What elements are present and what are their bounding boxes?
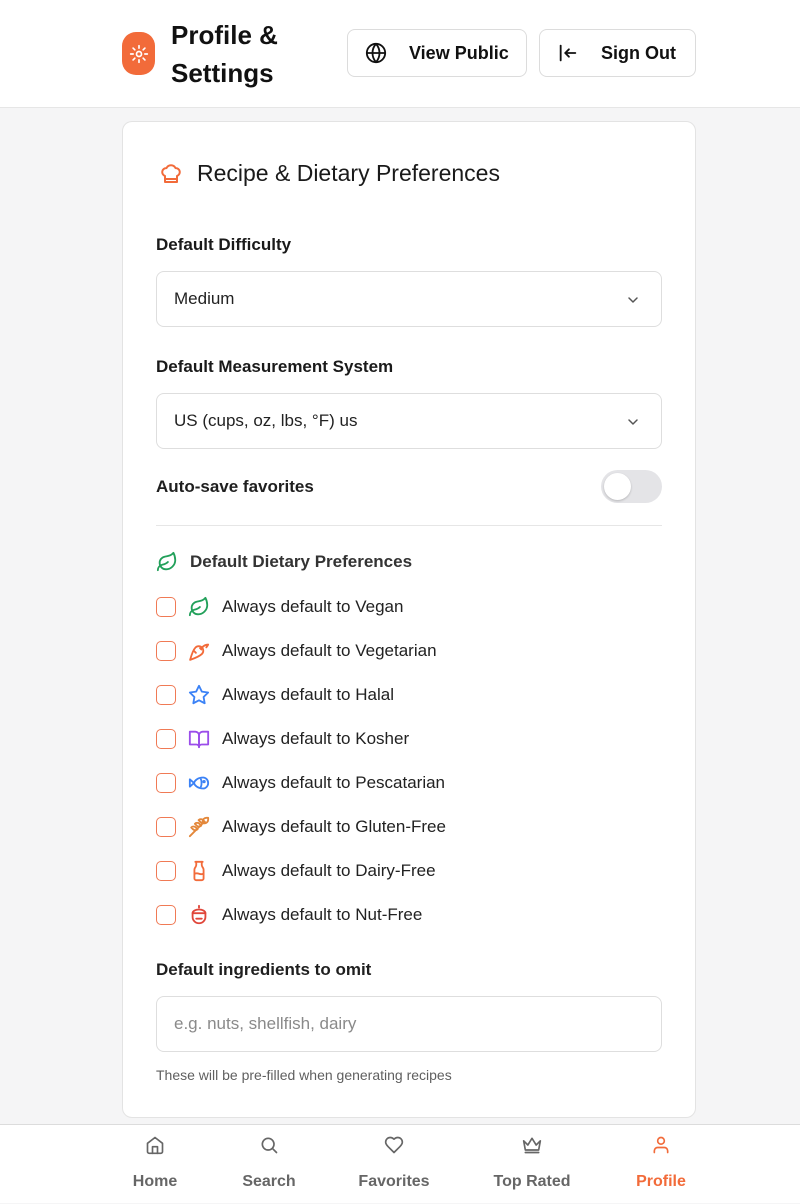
globe-icon — [365, 42, 387, 64]
dietary-item-label: Always default to Halal — [222, 685, 394, 704]
omit-label: Default ingredients to omit — [156, 960, 372, 979]
dietary-item-kosher[interactable]: Always default to Kosher — [156, 728, 409, 750]
difficulty-label: Default Difficulty — [156, 235, 292, 254]
dietary-item-dairy-free[interactable]: Always default to Dairy-Free — [156, 860, 436, 882]
wheat-icon — [188, 816, 210, 838]
dietary-item-label: Always default to Gluten-Free — [222, 817, 446, 836]
nut-icon — [191, 904, 207, 925]
nav-favorites[interactable]: Favorites — [354, 1125, 434, 1204]
dietary-item-nut-free[interactable]: Always default to Nut-Free — [156, 904, 422, 926]
dietary-item-label: Always default to Vegan — [222, 597, 404, 616]
sign-out-label: Sign Out — [601, 42, 676, 63]
dietary-item-label: Always default to Dairy-Free — [222, 861, 436, 880]
dietary-item-vegan[interactable]: Always default to Vegan — [156, 596, 403, 618]
view-public-label: View Public — [409, 42, 509, 63]
dietary-item-vegetarian[interactable]: Always default to Vegetarian — [156, 640, 437, 662]
nav-home-label: Home — [132, 1173, 178, 1190]
chevron-down-icon — [628, 297, 638, 303]
divider — [156, 525, 662, 526]
nav-profile-label: Profile — [636, 1173, 686, 1190]
measurement-value: US (cups, oz, lbs, °F) us — [174, 411, 358, 430]
card-title-text: Recipe & Dietary Preferences — [197, 160, 500, 186]
nav-profile[interactable]: Profile — [630, 1125, 692, 1204]
star-icon — [188, 684, 210, 705]
autosave-toggle[interactable] — [601, 470, 662, 503]
difficulty-select[interactable]: Medium — [156, 271, 662, 327]
chef-hat-icon — [161, 163, 181, 183]
leaf-icon — [156, 551, 177, 572]
view-public-button[interactable]: View Public — [347, 29, 527, 77]
carrot-icon — [189, 643, 210, 661]
page-title: Profile & Settings — [171, 20, 278, 88]
sign-out-icon — [559, 44, 577, 62]
preferences-card: Recipe & Dietary Preferences Default Dif… — [122, 121, 696, 1118]
omit-hint: These will be pre-filled when generating… — [156, 1067, 452, 1083]
bottom-nav: Home Search Favorites Top Rated Profile — [0, 1124, 800, 1203]
nut-free-checkbox[interactable] — [156, 905, 176, 925]
home-icon — [146, 1136, 164, 1155]
dietary-item-label: Always default to Nut-Free — [222, 905, 423, 924]
gluten-free-checkbox[interactable] — [156, 817, 176, 837]
chevron-down-icon — [628, 419, 638, 425]
toggle-knob — [604, 473, 631, 500]
search-icon — [261, 1137, 278, 1154]
vegan-checkbox[interactable] — [156, 597, 176, 617]
dietary-item-gluten-free[interactable]: Always default to Gluten-Free — [156, 816, 446, 838]
dietary-heading: Default Dietary Preferences — [156, 551, 412, 573]
milk-icon — [193, 860, 205, 882]
heart-icon — [384, 1136, 404, 1154]
book-icon — [188, 730, 210, 749]
nav-top-rated[interactable]: Top Rated — [486, 1125, 578, 1204]
measurement-label: Default Measurement System — [156, 357, 394, 376]
dietary-item-pescatarian[interactable]: Always default to Pescatarian — [156, 772, 445, 794]
fish-icon — [188, 776, 210, 790]
dietary-item-label: Always default to Vegetarian — [222, 641, 437, 660]
dietary-item-label: Always default to Kosher — [222, 729, 410, 748]
user-icon — [653, 1136, 669, 1154]
crown-icon — [522, 1137, 542, 1154]
measurement-select[interactable]: US (cups, oz, lbs, °F) us — [156, 393, 662, 449]
nav-search-label: Search — [242, 1173, 296, 1190]
pescatarian-checkbox[interactable] — [156, 773, 176, 793]
nav-favorites-label: Favorites — [358, 1173, 430, 1190]
nav-top-rated-label: Top Rated — [493, 1173, 571, 1190]
sign-out-button[interactable]: Sign Out — [539, 29, 696, 77]
nav-home[interactable]: Home — [126, 1125, 184, 1204]
dietary-item-halal[interactable]: Always default to Halal — [156, 684, 394, 706]
omit-ingredients-input[interactable] — [156, 996, 662, 1052]
nav-search[interactable]: Search — [234, 1125, 304, 1204]
difficulty-value: Medium — [174, 289, 235, 308]
card-title: Recipe & Dietary Preferences — [159, 160, 500, 187]
dietary-item-label: Always default to Pescatarian — [222, 773, 446, 792]
vegetarian-checkbox[interactable] — [156, 641, 176, 661]
app-header: Profile & Settings View Public Sign Out — [0, 0, 800, 108]
leaf-icon — [188, 596, 209, 617]
settings-logo-icon — [122, 32, 155, 75]
kosher-checkbox[interactable] — [156, 729, 176, 749]
dietary-heading-text: Default Dietary Preferences — [190, 552, 413, 571]
halal-checkbox[interactable] — [156, 685, 176, 705]
autosave-label: Auto-save favorites — [156, 477, 314, 496]
dairy-free-checkbox[interactable] — [156, 861, 176, 881]
